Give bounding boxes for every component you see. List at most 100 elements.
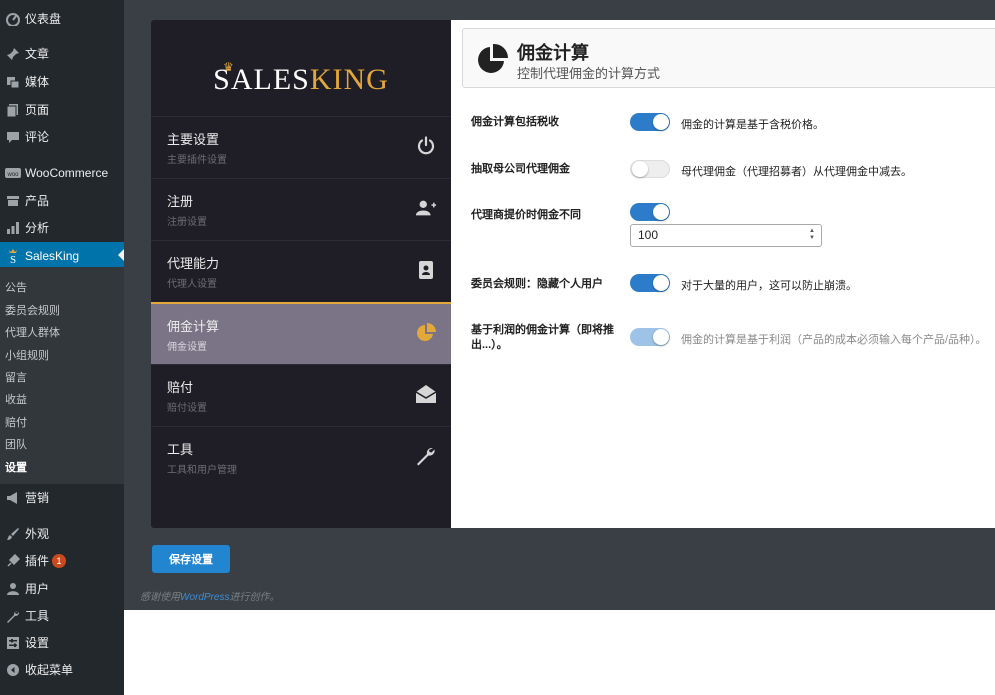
submenu-item-messages[interactable]: 留言: [5, 369, 27, 385]
wrench-icon: [415, 445, 437, 467]
menu-label: SalesKing: [25, 248, 80, 263]
nav-subtitle: 主要插件设置: [167, 155, 227, 166]
save-settings-button[interactable]: 保存设置: [152, 545, 230, 573]
nav-subtitle: 佣金设置: [167, 342, 207, 353]
nav-title: 注册: [167, 194, 194, 209]
nav-subtitle: 代理人设置: [167, 279, 217, 290]
salesking-submenu: 公告 委员会规则 代理人群体 小组规则 留言 收益 赔付 团队 设置: [0, 267, 124, 484]
nav-item-main-settings[interactable]: 主要设置 主要插件设置: [151, 116, 451, 178]
media-icon: [3, 75, 23, 89]
nav-title: 赔付: [167, 380, 194, 395]
pie-chart-icon: [475, 43, 509, 77]
menu-item-settings[interactable]: 设置: [0, 629, 124, 656]
collapse-icon: [3, 663, 23, 677]
setting-label: 基于利润的佣金计算（即将推出...）。: [471, 324, 614, 351]
menu-label: 文章: [25, 47, 50, 61]
menu-item-users[interactable]: 用户: [0, 575, 124, 602]
woo-icon: woo: [3, 167, 23, 179]
profit-based-toggle[interactable]: [630, 328, 670, 346]
menu-label: 营销: [25, 491, 50, 505]
menu-label: 产品: [25, 194, 50, 208]
parent-commission-toggle[interactable]: [630, 160, 670, 178]
svg-text:woo: woo: [6, 172, 19, 178]
id-card-icon: [415, 259, 437, 281]
menu-item-plugins[interactable]: 插件 1: [0, 547, 124, 574]
submenu-item-agent-groups[interactable]: 代理人群体: [5, 324, 60, 340]
markup-commission-toggle[interactable]: [630, 203, 670, 221]
nav-item-payouts[interactable]: 赔付 赔付设置: [151, 364, 451, 426]
dashboard-icon: [3, 12, 23, 26]
menu-item-posts[interactable]: 文章: [0, 40, 124, 67]
nav-item-registration[interactable]: 注册 注册设置: [151, 178, 451, 240]
menu-label: 评论: [25, 130, 50, 144]
setting-description: 佣金的计算是基于含税价格。: [681, 119, 824, 131]
menu-item-marketing[interactable]: 营销: [0, 484, 124, 511]
footer-thanks: 感谢使用WordPress进行创作。: [140, 588, 279, 603]
menu-item-salesking[interactable]: S SalesKing: [0, 242, 124, 269]
include-tax-toggle[interactable]: [630, 113, 670, 131]
nav-title: 佣金计算: [167, 319, 220, 334]
setting-description: 母代理佣金（代理招募者）从代理佣金中减去。: [681, 166, 912, 178]
submenu-item-announcements[interactable]: 公告: [5, 279, 27, 295]
plugin-icon: [3, 553, 23, 568]
settings-icon: [3, 636, 23, 650]
page-icon: [3, 103, 23, 117]
markup-value-input[interactable]: 100 ▲ ▼: [630, 224, 822, 247]
nav-title: 工具: [167, 442, 194, 457]
submenu-item-commission-rules[interactable]: 委员会规则: [5, 302, 60, 318]
salesking-settings-panel: ♛ SALESKING 主要设置 主要插件设置 注册 注册设置 代理能力 代理人…: [151, 20, 995, 528]
setting-label: 代理商提价时佣金不同: [471, 209, 581, 221]
menu-label: 外观: [25, 527, 50, 541]
menu-item-analytics[interactable]: 分析: [0, 214, 124, 241]
nav-item-agent-capabilities[interactable]: 代理能力 代理人设置: [151, 240, 451, 302]
menu-item-tools[interactable]: 工具: [0, 602, 124, 629]
menu-label: 页面: [25, 103, 50, 117]
archive-icon: [3, 194, 23, 208]
salesking-icon: S: [3, 248, 23, 264]
user-add-icon: [415, 197, 437, 219]
svg-text:S: S: [10, 254, 16, 264]
menu-item-collapse[interactable]: 收起菜单: [0, 656, 124, 683]
bar-chart-icon: [3, 221, 23, 235]
input-value: 100: [638, 228, 659, 242]
comment-icon: [3, 130, 23, 144]
menu-item-dashboard[interactable]: 仪表盘: [0, 5, 124, 32]
pin-icon: [3, 47, 23, 61]
update-count-badge: 1: [52, 553, 67, 568]
nav-subtitle: 工具和用户管理: [167, 465, 237, 476]
submenu-item-team[interactable]: 团队: [5, 436, 27, 452]
nav-title: 代理能力: [167, 256, 220, 271]
submenu-item-earnings[interactable]: 收益: [5, 391, 27, 407]
nav-item-commission-calculation[interactable]: 佣金计算 佣金设置: [151, 302, 451, 364]
submenu-item-payouts[interactable]: 赔付: [5, 414, 27, 430]
pie-chart-icon: [415, 322, 437, 344]
number-spinner-icon[interactable]: ▲ ▼: [807, 228, 817, 243]
logo-king-text: KING: [309, 63, 389, 96]
section-subtitle: 控制代理佣金的计算方式: [517, 66, 661, 81]
envelope-open-icon: [415, 383, 437, 405]
menu-item-pages[interactable]: 页面: [0, 96, 124, 123]
menu-label: 工具: [25, 609, 50, 623]
menu-label: 设置: [25, 636, 50, 650]
setting-label: 委员会规则：隐藏个人用户: [471, 278, 603, 290]
nav-subtitle: 注册设置: [167, 217, 207, 228]
nav-title: 主要设置: [167, 132, 220, 147]
menu-item-products[interactable]: 产品: [0, 187, 124, 214]
menu-item-woocommerce[interactable]: woo WooCommerce: [0, 159, 124, 186]
menu-item-comments[interactable]: 评论: [0, 123, 124, 150]
submenu-item-settings[interactable]: 设置: [5, 459, 27, 475]
menu-label: WooCommerce: [25, 165, 109, 180]
crown-icon: ♛: [223, 60, 234, 74]
admin-sidebar: 仪表盘 文章 媒体 页面 评论 woo WooCommerce 产品 分析 S …: [0, 0, 124, 695]
nav-item-tools[interactable]: 工具 工具和用户管理: [151, 426, 451, 488]
footer-suffix: 进行创作。: [229, 592, 280, 603]
setting-label: 抽取母公司代理佣金: [471, 163, 570, 175]
menu-item-appearance[interactable]: 外观: [0, 520, 124, 547]
submenu-item-group-rules[interactable]: 小组规则: [5, 347, 49, 363]
menu-label: 分析: [25, 221, 50, 235]
user-icon: [3, 582, 23, 596]
setting-description: 对于大量的用户，这可以防止崩溃。: [681, 280, 857, 292]
hide-individual-users-toggle[interactable]: [630, 274, 670, 292]
menu-item-media[interactable]: 媒体: [0, 68, 124, 95]
wordpress-link[interactable]: WordPress: [180, 592, 229, 603]
